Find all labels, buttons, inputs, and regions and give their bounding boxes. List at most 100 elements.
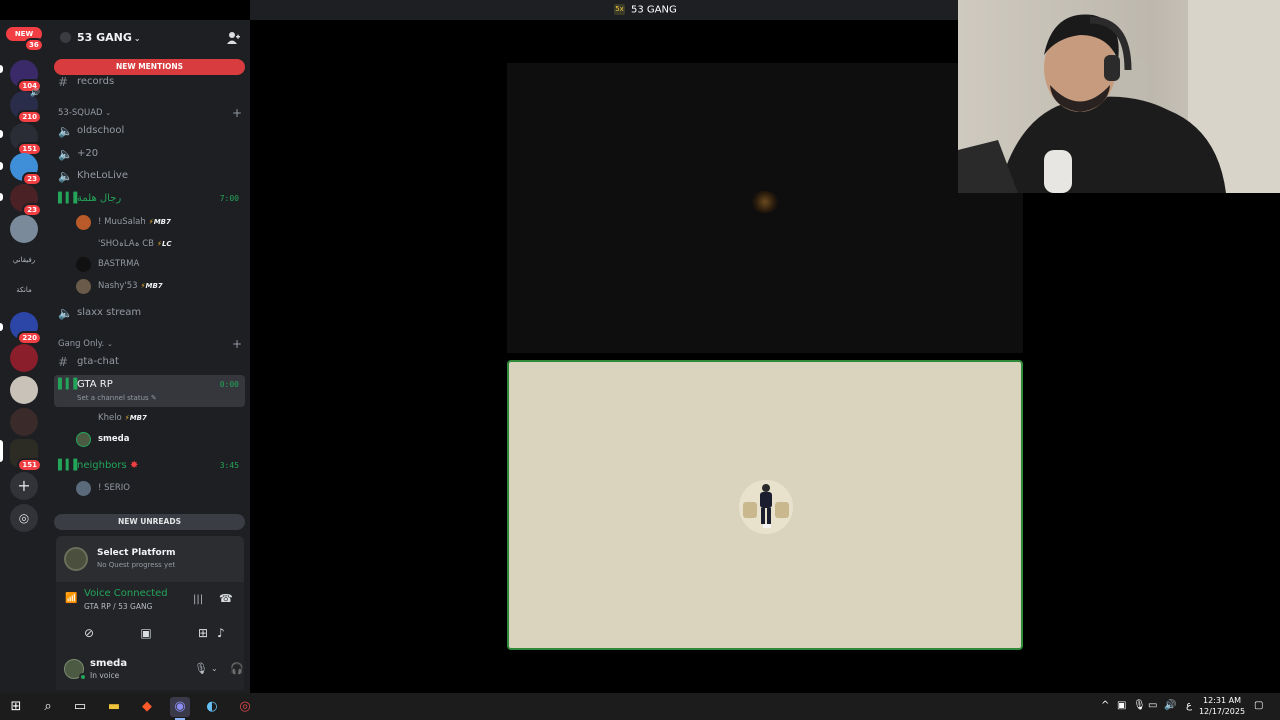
window-title: 5x 53 GANG (614, 4, 677, 16)
server-name: 53 GANG ⌄ (77, 31, 141, 44)
server-icon[interactable]: 220 (10, 312, 42, 345)
channel-status[interactable]: Set a channel status ✎ (77, 394, 157, 402)
voice-connection-panel: 📶 Voice Connected GTA RP / 53 GANG ||| ☎… (56, 582, 244, 650)
taskbar: ⊞ ⌕ ▭ ▬ ◆ ◉ ◐ ◎ ^ ▣ 🎙 ▭ 🔊 ع 12:31 AM 12/… (0, 693, 1280, 720)
channel-khelolive[interactable]: 🔈 KheLoLive (54, 166, 245, 186)
clock[interactable]: 12:31 AM 12/17/2025 (1196, 695, 1248, 717)
chevron-up-icon[interactable]: ^ (1101, 700, 1109, 711)
voice-channel-gta-rp[interactable]: ▌▍▌ GTA RP 0:00 Set a channel status ✎ (54, 375, 245, 407)
hashtag-icon: # (58, 75, 69, 89)
channel-slaxx-stream[interactable]: 🔈 slaxx stream (54, 303, 245, 323)
voice-user[interactable]: BASTRMA (76, 255, 236, 273)
notification-icon[interactable]: ▢ (1254, 700, 1263, 711)
add-server-icon[interactable]: + (10, 472, 38, 500)
voice-user-self[interactable]: smeda (76, 430, 236, 448)
voice-user[interactable]: Nashy'53 ⚡MB7 (76, 277, 236, 295)
voice-user[interactable]: ! MuuSalah ⚡MB7 (76, 213, 236, 231)
voice-live-icon: ▌▍▌ (58, 193, 82, 204)
headphones-icon[interactable]: 🎧 (230, 662, 244, 675)
voice-channel-neighbors[interactable]: ▌▍▌ neighbors ✸ 3:45 (54, 456, 245, 476)
server-icon[interactable] (10, 215, 38, 243)
language-indicator[interactable]: ع (1186, 700, 1192, 711)
unread-pill (0, 65, 3, 73)
speaker-icon: 🔈 (58, 147, 73, 161)
create-channel-icon[interactable]: + (232, 337, 242, 351)
unread-pill (0, 130, 3, 138)
microphone-icon[interactable]: 🎙 (1133, 700, 1146, 711)
category-53-squad[interactable]: 53-SQUAD ⌄ + (58, 106, 246, 120)
voice-user[interactable]: 'SHOہLAہ CB ⚡LC (76, 234, 236, 252)
discover-icon[interactable]: ◎ (10, 504, 38, 532)
hashtag-icon: # (58, 355, 69, 369)
file-explorer-icon[interactable]: ▬ (104, 697, 124, 717)
category-gang-only[interactable]: Gang Only. ⌄ + (58, 337, 246, 351)
server-icon[interactable]: 23 (10, 184, 42, 217)
channel-plus20[interactable]: 🔈 +20 (54, 144, 245, 164)
channel-oldschool[interactable]: 🔈 oldschool (54, 121, 245, 141)
server-icon[interactable] (10, 408, 38, 436)
avatar (76, 279, 91, 294)
server-label[interactable]: مانكة (8, 286, 40, 294)
unread-pill (0, 323, 3, 331)
voice-channel-active[interactable]: ▌▍▌ رجال هلمة 7:00 (54, 189, 245, 209)
microphone-icon[interactable]: 🎙 (194, 662, 208, 675)
server-icon[interactable] (10, 376, 38, 404)
tray-app-icon[interactable]: ▣ (1117, 700, 1126, 711)
notification-badge: 151 (17, 458, 42, 472)
notification-badge: 220 (17, 331, 42, 345)
discord-icon[interactable]: ◉ (170, 697, 190, 717)
create-channel-icon[interactable]: + (232, 106, 242, 120)
network-icon[interactable]: ▭ (1148, 700, 1157, 711)
notification-badge: 210 (17, 110, 42, 124)
voice-live-icon: ▌▍▌ (58, 379, 82, 390)
server-rail: NEW 36 104 🔊 210 151 23 23 رفيقاني مانكة… (0, 20, 50, 693)
avatar (76, 257, 91, 272)
notification-badge: 36 (24, 38, 44, 52)
quest-icon (64, 547, 88, 571)
avatar (76, 481, 91, 496)
search-icon[interactable]: ⌕ (38, 697, 58, 717)
participant-avatar (751, 191, 779, 213)
chevron-down-icon[interactable]: ⌄ (211, 664, 218, 673)
speaker-icon: 🔊 (30, 88, 40, 97)
speaker-icon: 🔈 (58, 169, 73, 183)
voice-user[interactable]: ! SERIO (76, 479, 236, 497)
steam-icon[interactable]: ◐ (202, 697, 222, 717)
volume-icon[interactable]: 🔊 (1164, 700, 1176, 711)
webcam-overlay (958, 0, 1280, 193)
server-icon[interactable]: 🔊 210 (10, 88, 42, 124)
screen-share-icon[interactable]: ▣ (125, 622, 167, 644)
windows-start-icon[interactable]: ⊞ (6, 697, 26, 717)
new-unreads-banner[interactable]: NEW UNREADS (54, 514, 245, 530)
add-user-icon[interactable] (226, 31, 240, 45)
server-header[interactable]: 53 GANG ⌄ (58, 29, 244, 47)
speaker-icon: 🔈 (58, 306, 73, 320)
channel-records[interactable]: # records (54, 72, 245, 92)
pencil-icon: ✎ (150, 394, 157, 402)
participant-tile-speaking[interactable] (507, 360, 1023, 650)
camera-off-icon[interactable]: ⊘ (68, 622, 110, 644)
task-view-icon[interactable]: ▭ (70, 697, 90, 717)
server-icon[interactable]: 151 (10, 123, 42, 156)
star-icon: ✸ (129, 460, 139, 471)
disconnect-icon[interactable]: ☎ (219, 592, 233, 605)
server-icon[interactable]: 104 (10, 60, 42, 93)
server-label[interactable]: رفيقاني (8, 256, 40, 264)
server-icon[interactable]: 23 (10, 153, 42, 186)
voice-user[interactable]: Khelo ⚡MB7 (76, 409, 236, 427)
server-icon[interactable] (10, 344, 38, 372)
server-icon-53-gang[interactable]: 151 (10, 439, 42, 472)
brave-browser-icon[interactable]: ◆ (137, 697, 157, 717)
participant-tile[interactable] (507, 63, 1023, 353)
channel-gta-chat[interactable]: # gta-chat (54, 352, 245, 372)
signal-icon[interactable]: 📶 (65, 593, 77, 604)
user-panel: smeda In voice 🎙 ⌄ 🎧 ⌄ ⚙ (56, 650, 278, 690)
avatar (76, 432, 91, 447)
quest-panel[interactable]: Select Platform No Quest progress yet (56, 536, 244, 582)
noise-suppression-icon[interactable]: ||| (193, 594, 203, 605)
chevron-down-icon: ⌄ (133, 34, 141, 43)
avatar (76, 215, 91, 230)
participant-avatar (739, 480, 793, 534)
app-icon[interactable]: ◎ (235, 697, 255, 717)
unread-pill (0, 162, 3, 170)
